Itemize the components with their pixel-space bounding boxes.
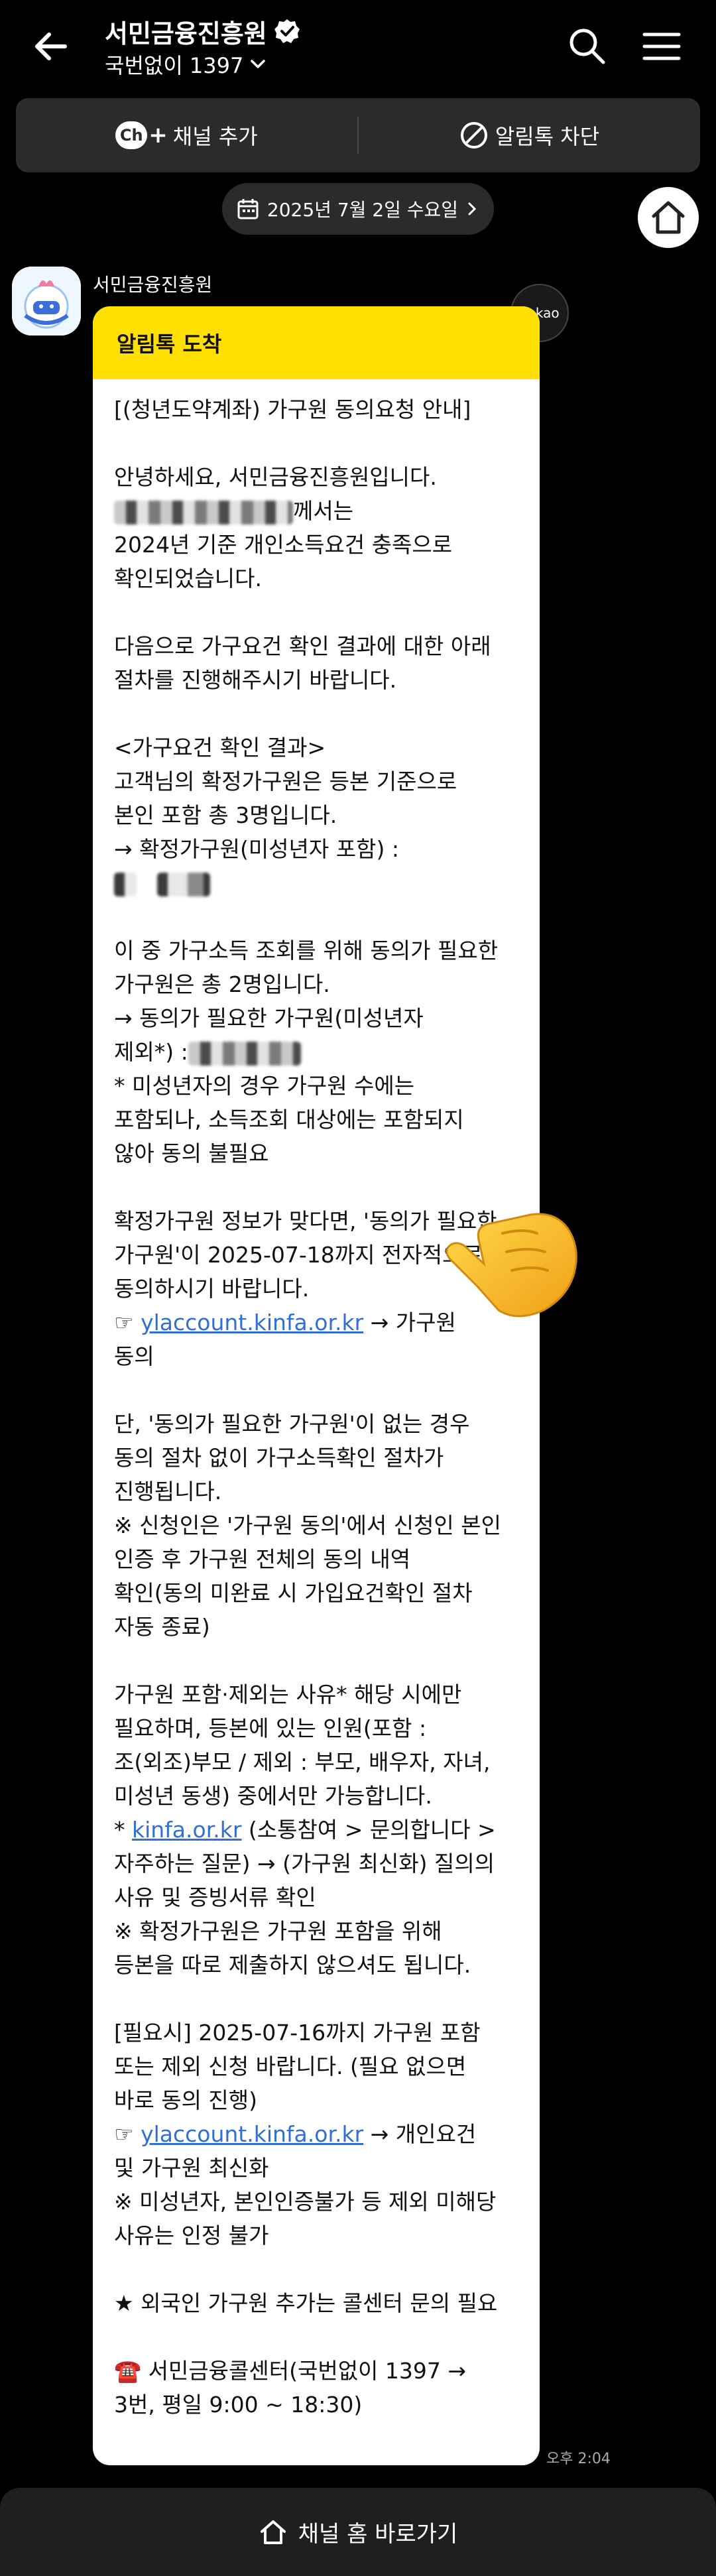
channel-subtitle-row[interactable]: 국번없이 1397 bbox=[105, 49, 267, 80]
verified-check-icon bbox=[274, 19, 300, 43]
sender-name: 서민금융진흥원 bbox=[93, 274, 213, 296]
home-icon bbox=[652, 201, 685, 234]
chat-header: 서민금융진흥원 국번없이 1397 bbox=[0, 0, 716, 93]
channel-title: 서민금융진흥원 bbox=[105, 19, 267, 48]
kinfa-link[interactable]: kinfa.or.kr bbox=[132, 1817, 241, 1843]
redacted-member bbox=[114, 872, 137, 896]
channel-add-icon: Ch + bbox=[115, 121, 168, 149]
date-pill[interactable]: 2025년 7월 2일 수요일 bbox=[222, 183, 494, 235]
add-channel-button[interactable]: Ch + 채널 추가 bbox=[16, 98, 357, 172]
chevron-down-icon bbox=[251, 60, 266, 68]
household-result: <가구요건 확인 결과> 고객님의 확정가구원은 등본 기준으로 본인 포함 총… bbox=[114, 735, 457, 862]
foreigner-note: ★ 외국인 가구원 추가는 콜센터 문의 필요 bbox=[114, 2290, 498, 2316]
block-alert-button[interactable]: 알림톡 차단 bbox=[359, 98, 700, 172]
hamburger-menu-icon[interactable] bbox=[640, 25, 683, 68]
change-deadline: [필요시] 2025-07-16까지 가구원 포함 또는 제외 신청 바랍니다.… bbox=[114, 2020, 481, 2113]
channel-title-row[interactable]: 서민금융진흥원 bbox=[105, 15, 300, 48]
search-icon[interactable] bbox=[565, 24, 609, 68]
pointing-hand-emoji bbox=[446, 1213, 577, 1318]
redacted-member bbox=[188, 1041, 301, 1066]
consent-link[interactable]: ylaccount.kinfa.or.kr bbox=[141, 1310, 363, 1335]
update-link[interactable]: ylaccount.kinfa.or.kr bbox=[141, 2121, 363, 2147]
chevron-right-icon bbox=[468, 202, 477, 215]
message-body: [(청년도약계좌) 가구원 동의요청 안내] 안녕하세요, 서민금융진흥원입니다… bbox=[93, 379, 540, 2422]
channel-subtitle: 국번없이 1397 bbox=[105, 53, 244, 78]
home-icon bbox=[260, 2520, 286, 2544]
block-icon bbox=[460, 122, 487, 149]
message-bubble: 알림톡 도착 [(청년도약계좌) 가구원 동의요청 안내] 안녕하세요, 서민금… bbox=[93, 306, 540, 2465]
redacted-name bbox=[114, 500, 293, 524]
member-change-note: 가구원 포함·제외는 사유* 해당 시에만 필요하며, 등본에 있는 인원(포함… bbox=[114, 1682, 491, 1809]
greeting: 안녕하세요, 서민금융진흥원입니다. bbox=[114, 464, 437, 490]
next-step-text: 다음으로 가구요건 확인 결과에 대한 아래 절차를 진행해주시기 바랍니다. bbox=[114, 633, 491, 693]
channel-home-label: 채널 홈 바로가기 bbox=[298, 2521, 458, 2547]
block-alert-label: 알림톡 차단 bbox=[495, 124, 600, 149]
consent-needed: 이 중 가구소득 조회를 위해 동의가 필요한 가구원은 총 2명입니다. → … bbox=[114, 938, 499, 1065]
no-consent-note: 단, '동의가 필요한 가구원'이 없는 경우 동의 절차 없이 가구소득확인 … bbox=[114, 1411, 502, 1640]
avatar[interactable] bbox=[12, 267, 81, 336]
calendar-icon bbox=[237, 199, 259, 219]
greeting-suffix: 께서는 bbox=[293, 498, 354, 524]
link-prefix: ☞ bbox=[114, 2121, 141, 2147]
callcenter-info: ☎️ 서민금융콜센터(국번없이 1397 → 3번, 평일 9:00 ~ 18:… bbox=[114, 2358, 467, 2418]
message-title: [(청년도약계좌) 가구원 동의요청 안내] bbox=[114, 397, 471, 422]
channel-badge: Ch bbox=[115, 121, 148, 149]
date-label: 2025년 7월 2일 수요일 bbox=[267, 199, 459, 221]
minor-note: * 미성년자의 경우 가구원 수에는 포함되나, 소득조회 대상에는 포함되지 … bbox=[114, 1073, 464, 1166]
plus-icon: + bbox=[149, 122, 168, 149]
mascot-avatar-icon bbox=[12, 267, 81, 336]
message-time: 오후 2:04 bbox=[546, 2451, 611, 2467]
add-channel-label: 채널 추가 bbox=[172, 124, 258, 149]
channel-action-bar: Ch + 채널 추가 알림톡 차단 bbox=[16, 98, 700, 172]
channel-home-button[interactable]: 채널 홈 바로가기 bbox=[0, 2488, 716, 2576]
link-prefix: * bbox=[114, 1817, 132, 1843]
message-header: 알림톡 도착 bbox=[93, 306, 540, 379]
link-prefix: ☞ bbox=[114, 1310, 141, 1335]
income-result: 2024년 기준 개인소득요건 충족으로 확인되었습니다. bbox=[114, 532, 453, 591]
home-button[interactable] bbox=[638, 187, 699, 248]
redacted-member bbox=[157, 872, 211, 896]
arrow-left-icon[interactable] bbox=[27, 20, 80, 73]
